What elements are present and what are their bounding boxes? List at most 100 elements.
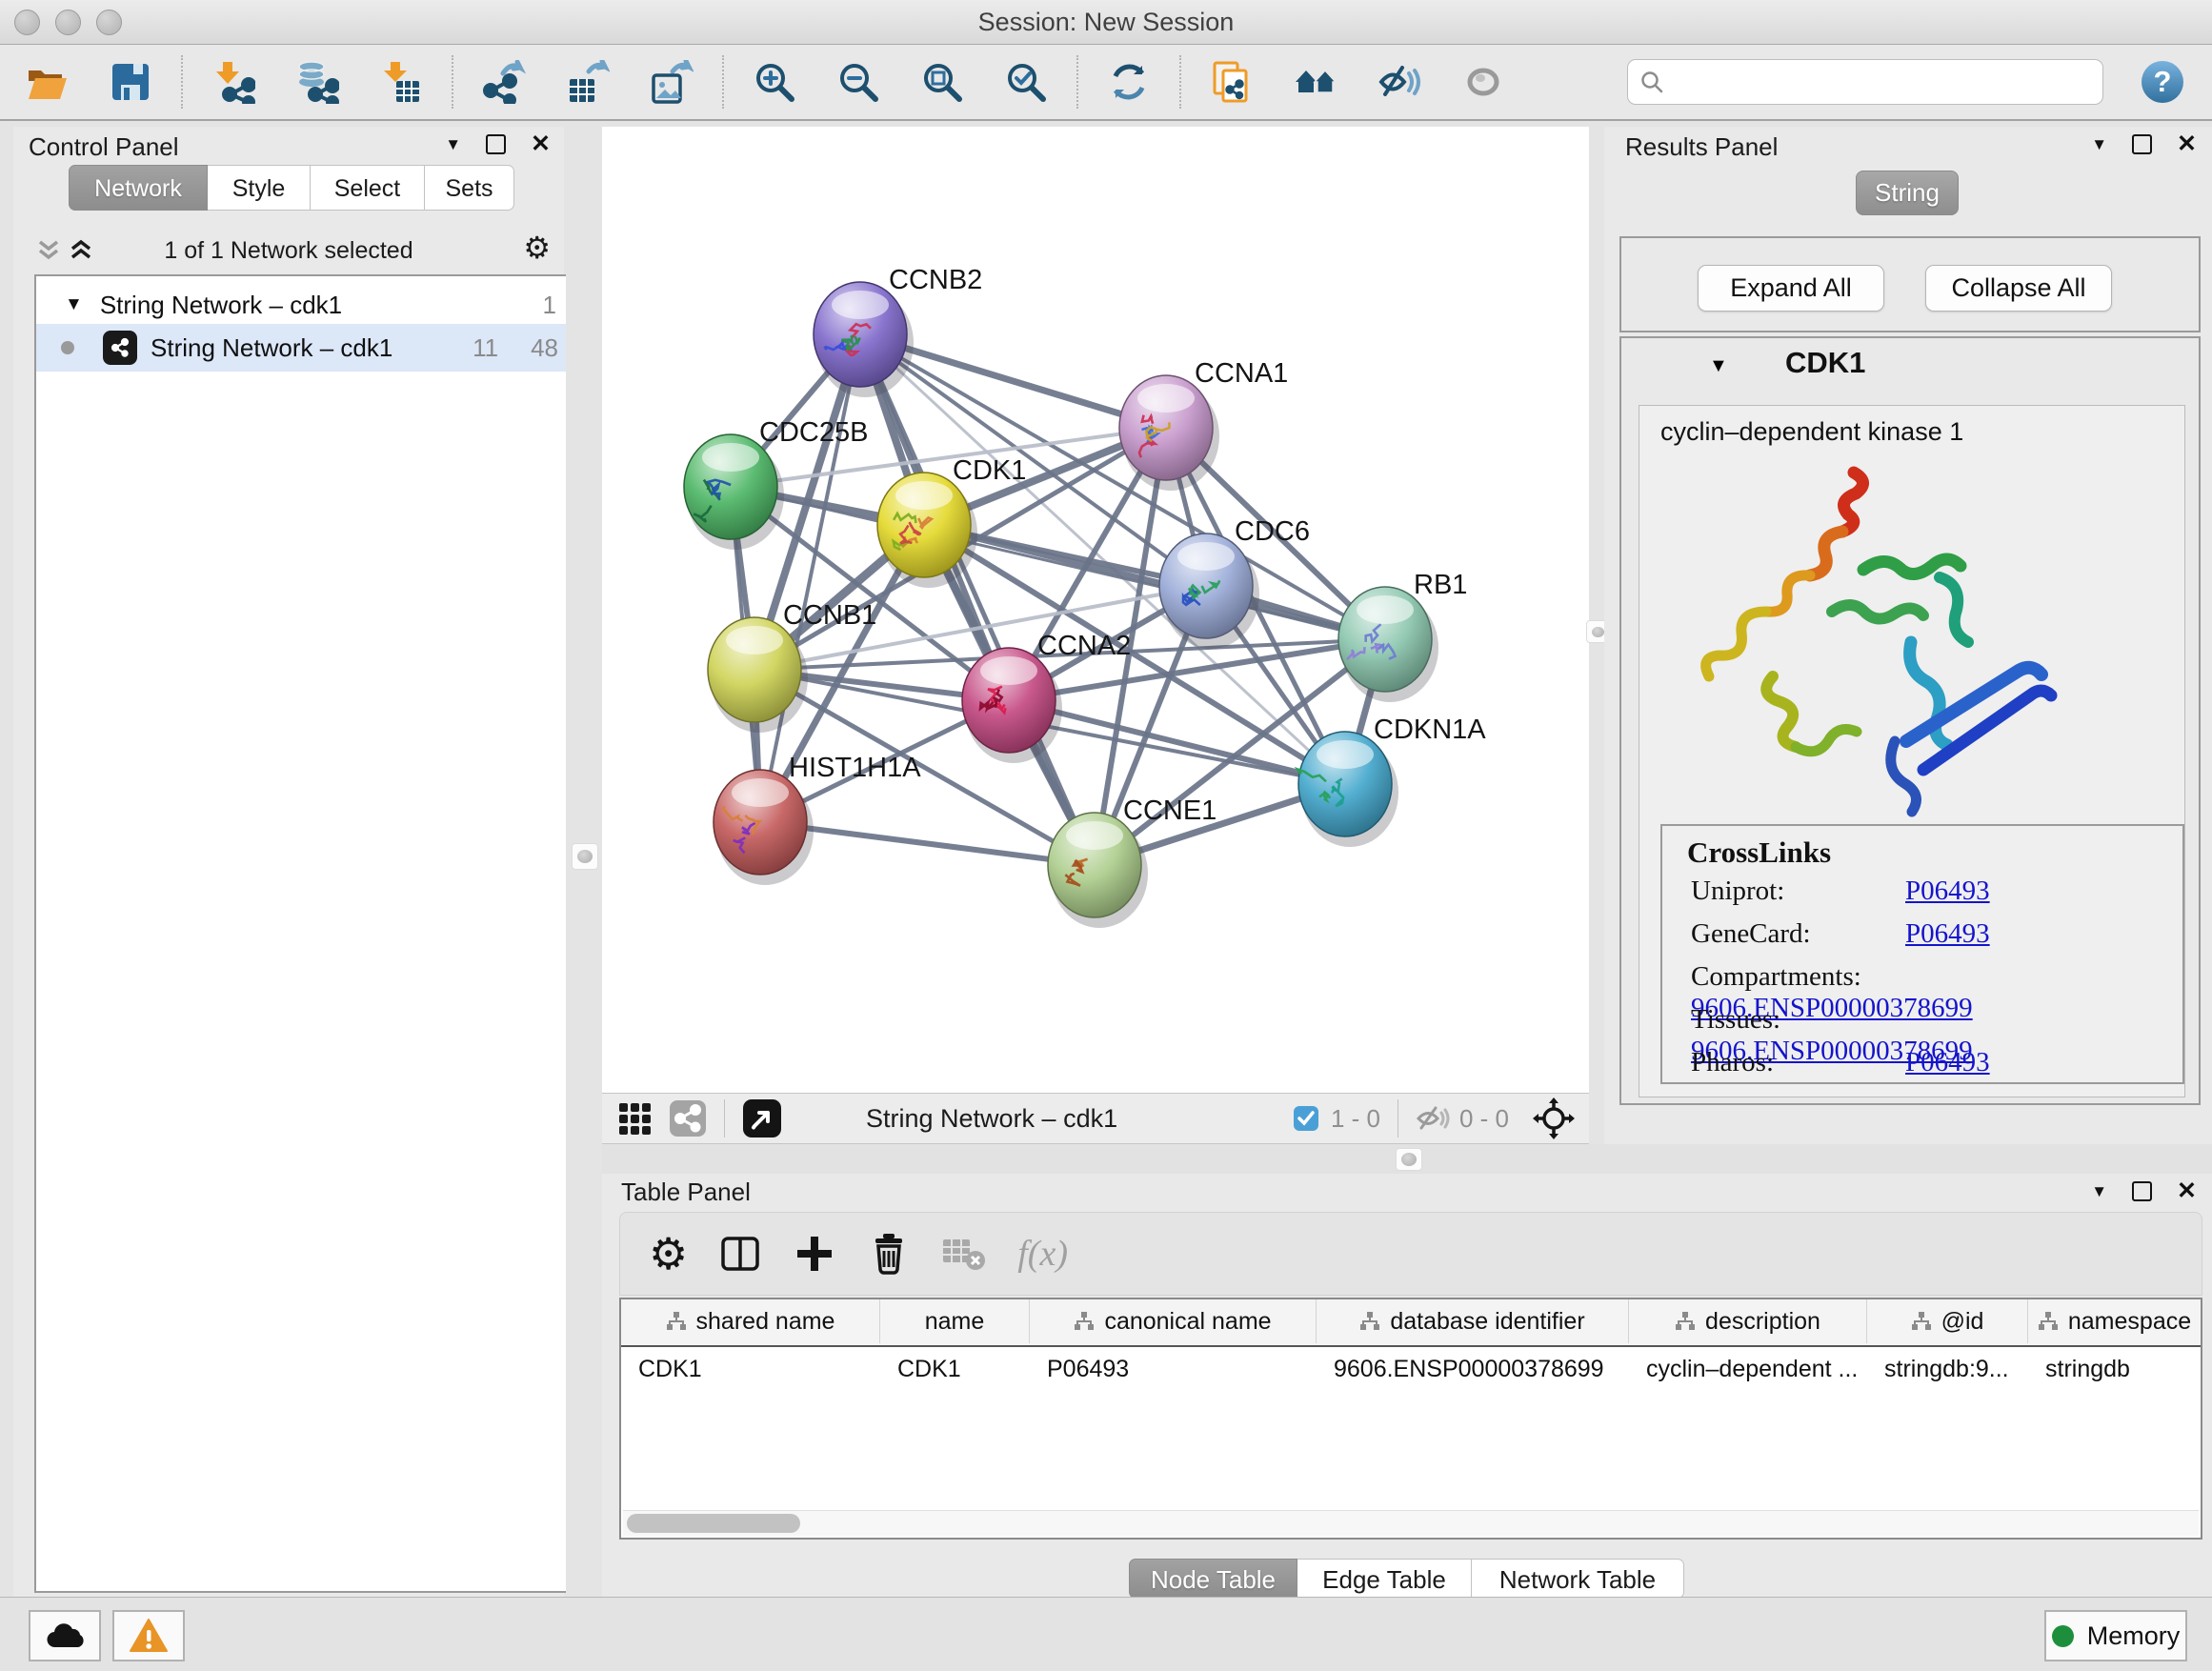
cloud-button[interactable]: [29, 1610, 101, 1661]
network-edge[interactable]: [760, 334, 860, 822]
export-image-icon[interactable]: [650, 60, 694, 104]
navigator-crosshair-icon[interactable]: [1532, 1097, 1576, 1140]
node-gloss: [726, 626, 783, 654]
export-table-icon[interactable]: [566, 60, 610, 104]
warning-button[interactable]: [112, 1610, 185, 1661]
network-edge[interactable]: [860, 334, 1095, 865]
table-row[interactable]: CDK1 CDK1 P06493 9606.ENSP00000378699 cy…: [621, 1347, 2201, 1391]
table-horizontal-scrollbar[interactable]: [623, 1510, 2199, 1536]
tab-sets[interactable]: Sets: [425, 165, 514, 211]
table-cell[interactable]: 9606.ENSP00000378699: [1317, 1347, 1629, 1391]
grid-view-icon[interactable]: [617, 1099, 655, 1137]
tab-style[interactable]: Style: [208, 165, 311, 211]
network-canvas[interactable]: CCNB2CCNA1CDC25BCDK1CDC6RB1CCNB1CCNA2CDK…: [602, 127, 1589, 1093]
panel-float-icon[interactable]: [2132, 134, 2152, 154]
delete-table-icon[interactable]: [941, 1234, 987, 1274]
horizontal-splitter[interactable]: [602, 1144, 2212, 1174]
panel-close-icon[interactable]: ✕: [2177, 136, 2197, 152]
toolbar-separator: [181, 55, 183, 109]
network-row-selected[interactable]: String Network – cdk1 11 48: [36, 324, 572, 372]
network-edge[interactable]: [924, 525, 1385, 639]
table-cell[interactable]: CDK1: [880, 1347, 1030, 1391]
node-label: RB1: [1414, 570, 1467, 600]
crosslink-label: Tissues:: [1691, 1004, 1905, 1036]
collapse-all-button[interactable]: Collapse All: [1925, 265, 2112, 312]
search-input[interactable]: [1674, 68, 2091, 96]
table-cell[interactable]: stringdb:9...: [1867, 1347, 2028, 1391]
panel-menu-icon[interactable]: ▼: [2091, 135, 2107, 154]
network-share-icon[interactable]: [669, 1099, 707, 1137]
panel-menu-icon[interactable]: ▼: [2091, 1182, 2107, 1201]
open-in-window-icon[interactable]: [742, 1098, 782, 1138]
column-header[interactable]: database identifier: [1317, 1299, 1629, 1343]
table-settings-gear-icon[interactable]: ⚙: [649, 1232, 688, 1276]
clone-network-icon[interactable]: [1210, 60, 1254, 104]
function-builder-icon[interactable]: f(x): [1017, 1233, 1068, 1275]
import-network-icon[interactable]: [211, 60, 255, 104]
selection-indicators: 1 - 0 0 - 0: [1293, 1097, 1589, 1140]
panel-close-icon[interactable]: ✕: [2177, 1183, 2197, 1199]
crosslink-value[interactable]: P06493: [1905, 1047, 1990, 1077]
refresh-layout-icon[interactable]: [1107, 60, 1151, 104]
selected-checkbox-icon[interactable]: [1293, 1105, 1319, 1132]
section-expander-icon[interactable]: ▼: [1709, 355, 1728, 377]
column-header[interactable]: description: [1629, 1299, 1867, 1343]
scrollbar-thumb[interactable]: [627, 1514, 800, 1533]
search-field[interactable]: [1627, 59, 2103, 105]
tab-string[interactable]: String: [1856, 171, 1959, 215]
window-title: Session: New Session: [0, 0, 2212, 44]
left-splitter-handle[interactable]: [572, 843, 598, 870]
collection-expander-icon[interactable]: ▼: [65, 294, 83, 315]
table-cell[interactable]: CDK1: [621, 1347, 880, 1391]
tab-node-table[interactable]: Node Table: [1129, 1559, 1297, 1599]
column-header[interactable]: shared name: [621, 1299, 880, 1343]
zoom-selected-icon[interactable]: [1004, 60, 1048, 104]
column-header[interactable]: name: [880, 1299, 1030, 1343]
visibility-disabled-icon[interactable]: [1461, 60, 1505, 104]
expand-all-button[interactable]: Expand All: [1698, 265, 1884, 312]
crosslink-value[interactable]: P06493: [1905, 876, 1990, 906]
horizontal-splitter-handle[interactable]: [1396, 1148, 1422, 1171]
tab-network[interactable]: Network: [69, 165, 208, 211]
home-networks-icon[interactable]: [1294, 60, 1337, 104]
zoom-in-icon[interactable]: [753, 60, 796, 104]
save-session-icon[interactable]: [109, 60, 152, 104]
current-network-name: String Network – cdk1: [866, 1104, 1117, 1134]
network-list: ▼ String Network – cdk1 1 String Network…: [34, 274, 573, 1593]
column-header[interactable]: @id: [1867, 1299, 2028, 1343]
help-icon[interactable]: ?: [2140, 59, 2185, 105]
delete-column-icon[interactable]: [867, 1232, 911, 1276]
add-column-icon[interactable]: [793, 1232, 836, 1276]
network-collection-row[interactable]: ▼ String Network – cdk1 1: [36, 286, 572, 324]
zoom-out-icon[interactable]: [836, 60, 880, 104]
right-splitter[interactable]: [1589, 127, 1604, 1144]
crosslink-value[interactable]: P06493: [1905, 918, 1990, 949]
tab-edge-table[interactable]: Edge Table: [1297, 1559, 1472, 1599]
table-cell[interactable]: stringdb: [2028, 1347, 2201, 1391]
network-options-gear-icon[interactable]: ⚙: [523, 230, 551, 266]
export-network-icon[interactable]: [482, 60, 526, 104]
hidden-eye-icon[interactable]: [1416, 1104, 1450, 1133]
panel-close-icon[interactable]: ✕: [531, 136, 551, 152]
memory-button[interactable]: Memory: [2044, 1610, 2187, 1661]
crosslinks-title: CrossLinks: [1687, 836, 1831, 870]
table-cell[interactable]: cyclin–dependent ...: [1629, 1347, 1867, 1391]
panel-float-icon[interactable]: [486, 134, 506, 154]
table-cell[interactable]: P06493: [1030, 1347, 1317, 1391]
import-table-icon[interactable]: [379, 60, 423, 104]
network-graph[interactable]: CCNB2CCNA1CDC25BCDK1CDC6RB1CCNB1CCNA2CDK…: [602, 127, 1589, 1093]
node-label: CCNB2: [889, 265, 982, 295]
panel-menu-icon[interactable]: ▼: [445, 135, 461, 154]
column-header[interactable]: canonical name: [1030, 1299, 1317, 1343]
protein-description: cyclin–dependent kinase 1: [1660, 417, 1963, 447]
hide-visibility-icon[interactable]: [1377, 60, 1421, 104]
zoom-fit-icon[interactable]: [920, 60, 964, 104]
left-splitter[interactable]: [566, 127, 602, 1597]
column-header[interactable]: namespace: [2028, 1299, 2201, 1343]
tab-select[interactable]: Select: [311, 165, 425, 211]
import-network-from-database-icon[interactable]: [295, 60, 339, 104]
panel-float-icon[interactable]: [2132, 1181, 2152, 1201]
tab-network-table[interactable]: Network Table: [1472, 1559, 1684, 1599]
show-columns-icon[interactable]: [718, 1232, 762, 1276]
open-session-icon[interactable]: [25, 60, 69, 104]
